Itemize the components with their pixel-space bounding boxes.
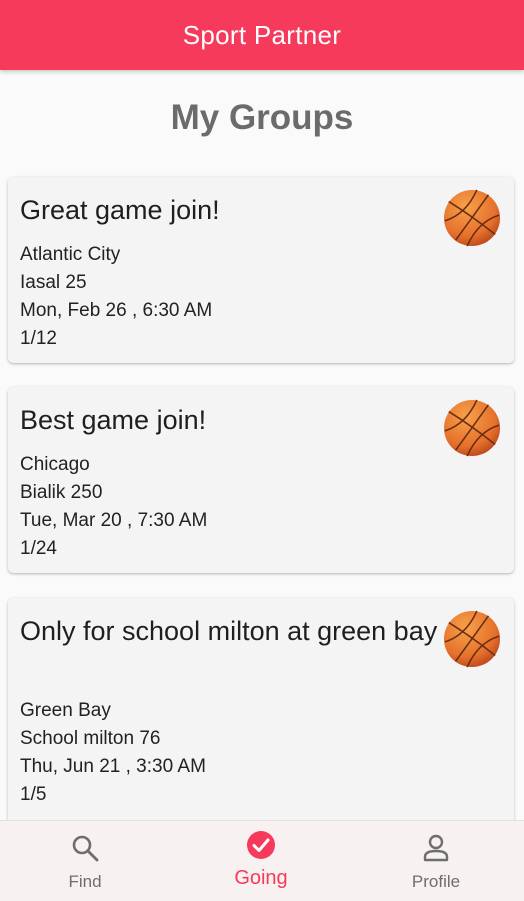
group-city: Chicago bbox=[20, 454, 90, 475]
group-participants: 1/24 bbox=[20, 538, 57, 559]
group-participants: 1/12 bbox=[20, 328, 57, 349]
group-datetime: Tue, Mar 20 , 7:30 AM bbox=[20, 510, 208, 531]
group-card[interactable]: Great game join! Atlantic City Iasal 25 … bbox=[8, 177, 514, 363]
group-address: School milton 76 bbox=[20, 728, 161, 749]
group-title: Only for school milton at green bay bbox=[20, 616, 438, 646]
group-address: Iasal 25 bbox=[20, 272, 87, 293]
group-title: Great game join! bbox=[20, 195, 220, 225]
group-card[interactable]: Best game join! Chicago Bialik 250 Tue, … bbox=[8, 387, 514, 573]
nav-item-profile[interactable]: Profile bbox=[376, 821, 496, 901]
group-datetime: Mon, Feb 26 , 6:30 AM bbox=[20, 300, 213, 321]
group-title: Best game join! bbox=[20, 405, 207, 435]
app-bar: Sport Partner bbox=[0, 0, 524, 70]
nav-item-going[interactable]: Going bbox=[201, 821, 321, 901]
person-icon bbox=[423, 834, 449, 862]
group-city: Green Bay bbox=[20, 700, 111, 721]
check-circle-icon bbox=[247, 831, 275, 859]
nav-label-going: Going bbox=[234, 867, 288, 889]
bottom-navigation: Find Going Profile bbox=[0, 820, 524, 901]
group-card[interactable]: Only for school milton at green bay Gree… bbox=[8, 598, 514, 830]
basketball-icon bbox=[443, 189, 501, 247]
basketball-icon bbox=[443, 610, 501, 668]
nav-item-find[interactable]: Find bbox=[25, 821, 145, 901]
nav-label-find: Find bbox=[68, 872, 102, 891]
search-icon bbox=[72, 835, 99, 862]
basketball-icon bbox=[443, 399, 501, 457]
group-address: Bialik 250 bbox=[20, 482, 103, 503]
nav-label-profile: Profile bbox=[411, 872, 461, 891]
group-participants: 1/5 bbox=[20, 784, 47, 805]
group-datetime: Thu, Jun 21 , 3:30 AM bbox=[20, 756, 206, 777]
app-title: Sport Partner bbox=[182, 19, 342, 50]
group-city: Atlantic City bbox=[20, 244, 121, 265]
page-title: My Groups bbox=[170, 98, 354, 137]
